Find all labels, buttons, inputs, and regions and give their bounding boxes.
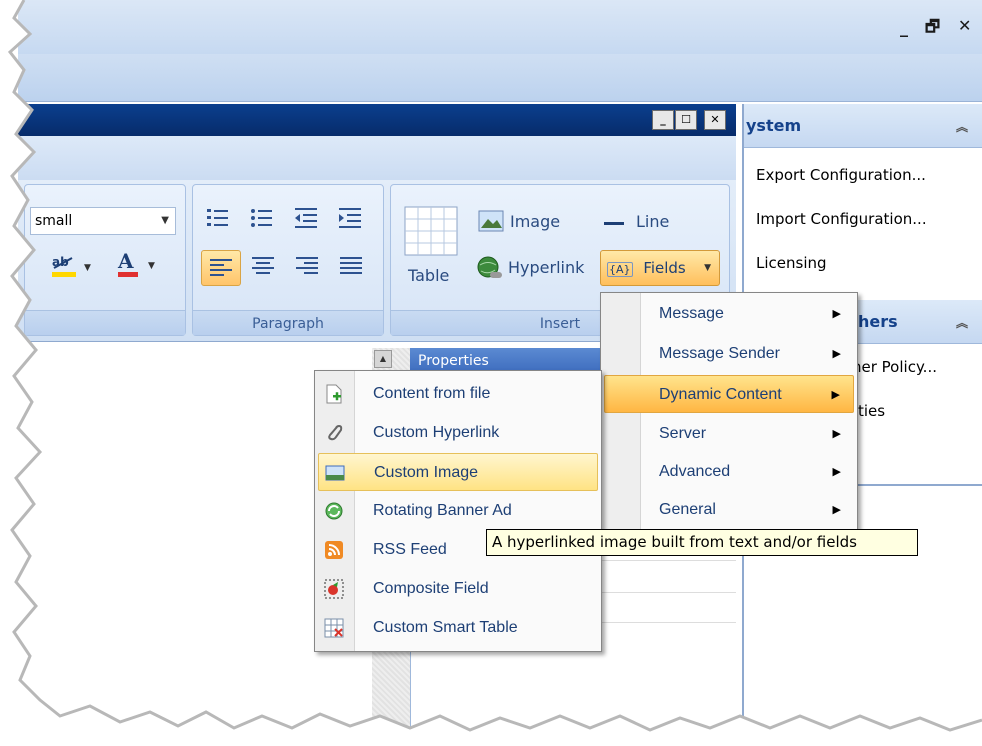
torn-edge-overlay — [0, 0, 982, 746]
screenshot-stage: _ 🗗 ✕ _ ☐ ✕ small ▼ ab ▼ A ▼ Paragraph I… — [0, 0, 982, 746]
